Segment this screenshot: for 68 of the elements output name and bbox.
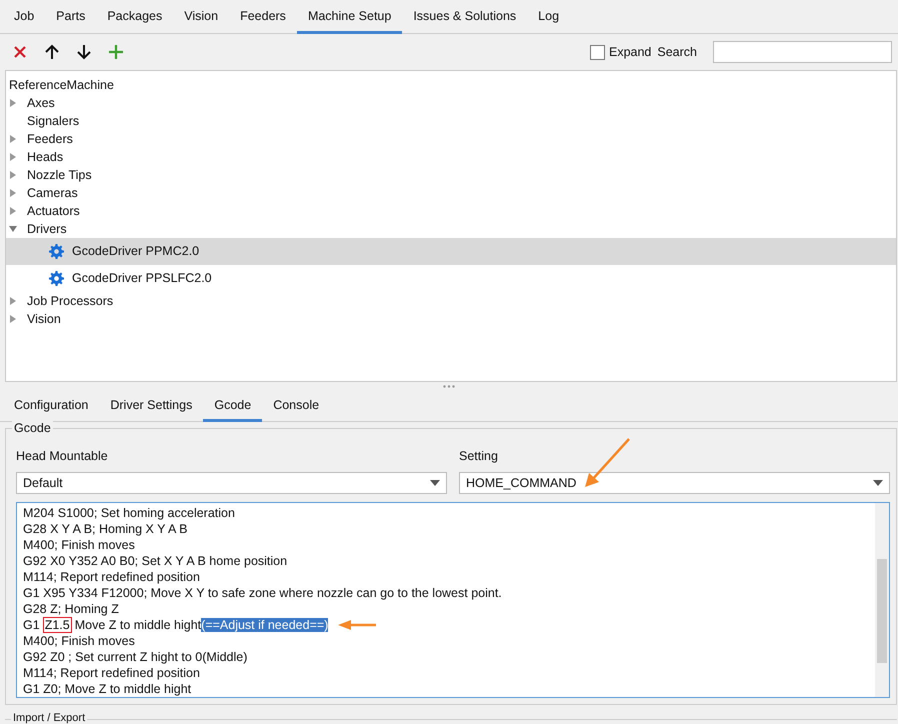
tree-item[interactable]: ReferenceMachine: [9, 78, 114, 92]
search-label: Search: [657, 45, 697, 60]
expand-icon[interactable]: [9, 188, 17, 197]
gear-icon: [49, 270, 64, 286]
code-line: G92 X0 Y352 A0 B0; Set X Y A B home position: [23, 554, 288, 568]
group-title: Gcode: [12, 421, 53, 436]
tree-item[interactable]: GcodeDriver PPSLFC2.0: [6, 264, 896, 292]
field-label: Head Mountable: [16, 448, 108, 464]
code-line: G1 X95 Y334 F12000; Move X Y to safe zone where nozzle can go to the lowest point.: [23, 586, 502, 600]
detail-tab[interactable]: Console: [262, 392, 330, 422]
annotation-arrow-icon: [583, 437, 633, 490]
caret-icon: [430, 480, 440, 486]
scrollbar-thumb[interactable]: [877, 559, 887, 664]
collapse-icon[interactable]: [9, 224, 17, 233]
tree-item[interactable]: Job Processors: [27, 294, 114, 308]
main-tab[interactable]: Machine Setup: [296, 0, 402, 34]
detail-tab[interactable]: Configuration: [3, 392, 100, 422]
expand-icon[interactable]: [9, 170, 17, 179]
gcode-editor[interactable]: [16, 502, 890, 698]
tree-item[interactable]: Feeders: [27, 132, 73, 146]
main-tab[interactable]: Vision: [173, 0, 230, 34]
code-line: M114; Report redefined position: [23, 666, 200, 680]
tree-item[interactable]: GcodeDriver PPMC2.0: [6, 238, 896, 265]
tree-item[interactable]: Drivers: [27, 222, 67, 236]
code-line: G1 Z0; Move Z to middle hight: [23, 682, 192, 696]
splitter-grip-icon[interactable]: [443, 385, 455, 388]
delete-icon[interactable]: [12, 44, 28, 60]
expand-icon[interactable]: [9, 98, 17, 107]
main-tab[interactable]: Issues & Solutions: [402, 0, 528, 34]
field-label: Setting: [459, 448, 498, 464]
main-tab[interactable]: Log: [527, 0, 570, 34]
expand-icon[interactable]: [9, 314, 17, 323]
tree-item[interactable]: Nozzle Tips: [27, 168, 92, 182]
code-line: M400; Finish moves: [23, 634, 135, 648]
detail-tab[interactable]: Driver Settings: [99, 392, 204, 422]
detail-tab[interactable]: Gcode: [203, 392, 262, 422]
main-tab[interactable]: Packages: [96, 0, 174, 34]
expand-icon[interactable]: [9, 134, 17, 143]
search-field[interactable]: [713, 41, 892, 64]
main-tab[interactable]: Parts: [45, 0, 96, 34]
add-icon[interactable]: [108, 44, 124, 60]
group-title: Import / Export: [11, 712, 88, 724]
expand-checkbox[interactable]: [590, 44, 605, 60]
expand-label: Expand: [608, 45, 652, 60]
tree-item[interactable]: Axes: [27, 96, 55, 110]
code-line: M400; Finish moves: [23, 538, 135, 552]
tree-item[interactable]: Signalers: [27, 114, 80, 128]
tree-item[interactable]: Heads: [27, 150, 64, 164]
caret-icon: [873, 480, 883, 486]
main-tab[interactable]: Job: [3, 0, 46, 34]
expand-icon[interactable]: [9, 152, 17, 161]
tree-item[interactable]: Actuators: [27, 204, 80, 218]
expand-icon[interactable]: [9, 206, 17, 215]
setting-dropdown[interactable]: HOME_COMMAND: [459, 472, 890, 494]
arrow-down-icon[interactable]: [76, 44, 92, 60]
expand-icon[interactable]: [9, 296, 17, 305]
tree-item[interactable]: Vision: [27, 312, 61, 326]
code-line: G28 X Y A B; Homing X Y A B: [23, 522, 188, 536]
tree-item[interactable]: Cameras: [27, 186, 78, 200]
code-line: G1 Z1.5 Move Z to middle hight(==Adjust if needed==): [23, 618, 328, 632]
code-line: G28 Z; Homing Z: [23, 602, 119, 616]
code-line: G92 Z0 ; Set current Z hight to 0(Middle): [23, 650, 248, 664]
main-tab[interactable]: Feeders: [229, 0, 297, 34]
head-mountable-dropdown[interactable]: Default: [16, 472, 447, 494]
code-line: M114; Report redefined position: [23, 570, 200, 584]
code-line: M204 S1000; Set homing acceleration: [23, 506, 235, 520]
gear-icon: [49, 244, 64, 259]
arrow-up-icon[interactable]: [44, 44, 60, 60]
